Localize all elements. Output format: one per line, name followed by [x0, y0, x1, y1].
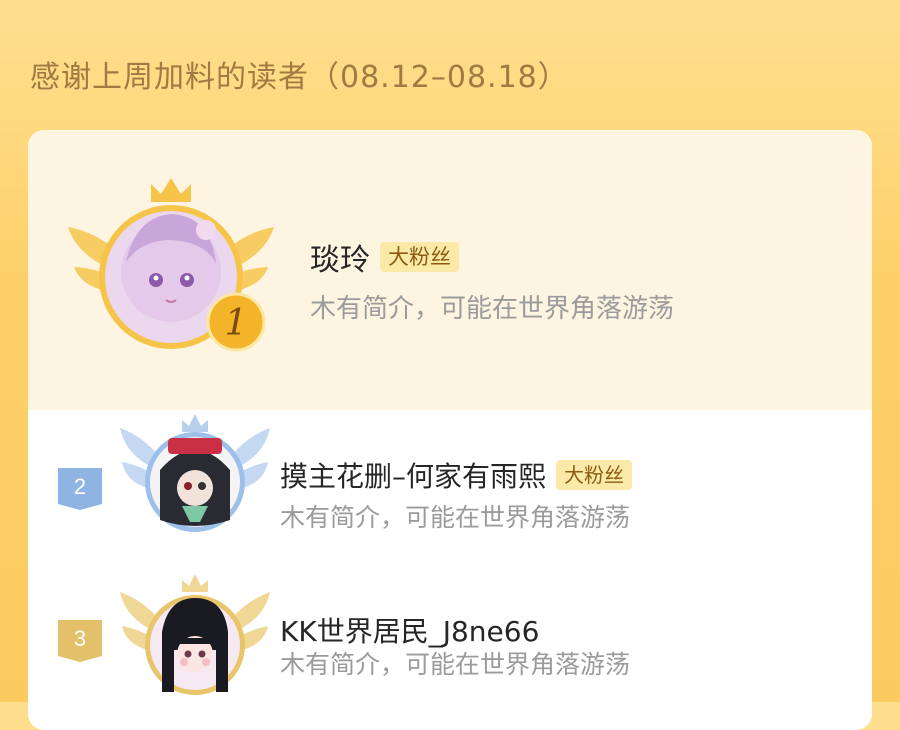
avatar[interactable] — [120, 410, 270, 550]
list-item[interactable]: 2 摸主花删–何家有雨熙 大粉丝 木有简介，可能在世界角落游荡 — [28, 410, 872, 565]
reader-bio: 木有简介，可能在世界角落游荡 — [280, 503, 631, 532]
list-item[interactable]: 1 琰玲 大粉丝 木有简介，可能在世界角落游荡 — [28, 130, 872, 410]
fan-badge: 大粉丝 — [380, 242, 459, 272]
rank-number: 3 — [73, 626, 87, 651]
avatar[interactable]: 1 — [66, 172, 276, 372]
svg-text:1: 1 — [225, 303, 248, 344]
page-title: 感谢上周加料的读者（08.12–08.18） — [30, 60, 569, 95]
avatar[interactable] — [120, 570, 270, 710]
rank-badge: 3 — [58, 620, 102, 662]
fan-badge: 大粉丝 — [556, 460, 633, 490]
rank-number: 2 — [73, 474, 87, 499]
reader-bio: 木有简介，可能在世界角落游荡 — [310, 294, 675, 324]
rank-badge: 2 — [58, 468, 102, 510]
reader-name[interactable]: 摸主花删–何家有雨熙 — [280, 455, 546, 495]
list-item[interactable]: 3 KK世界居民_J8ne66 木有简介，可能在世界角落游荡 — [28, 565, 872, 730]
reader-bio: 木有简介，可能在世界角落游荡 — [280, 650, 631, 679]
leaderboard-card: 1 琰玲 大粉丝 木有简介，可能在世界角落游荡 2 摸主花删–何家有雨熙 大粉丝… — [28, 130, 872, 730]
reader-name[interactable]: KK世界居民_J8ne66 — [280, 610, 539, 650]
reader-name[interactable]: 琰玲 — [310, 235, 370, 279]
